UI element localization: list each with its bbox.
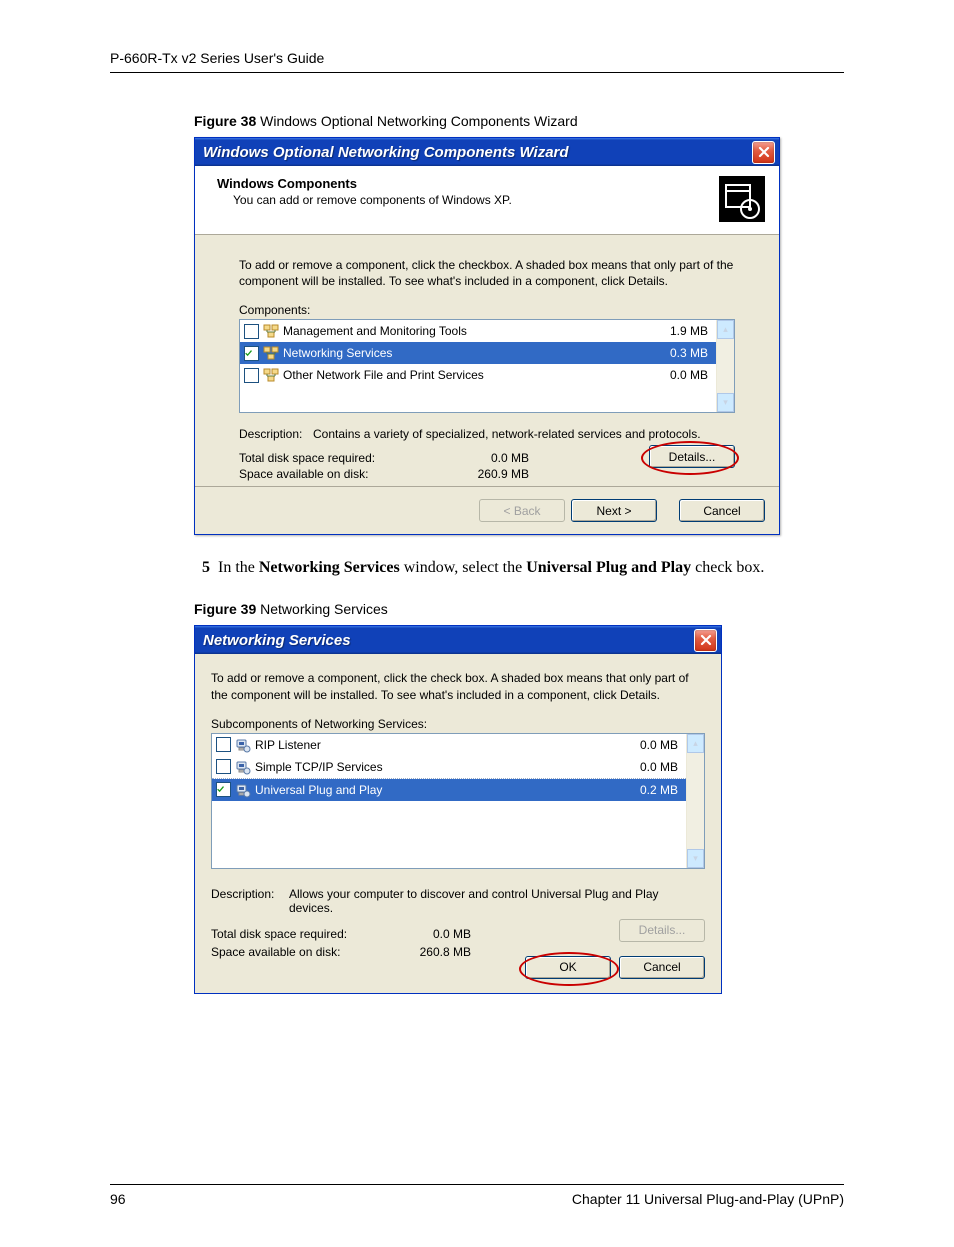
wizard-instruction: To add or remove a component, click the … xyxy=(239,257,735,289)
component-icon xyxy=(263,345,279,361)
subcomponents-label: Subcomponents of Networking Services: xyxy=(211,717,705,731)
scroll-down-icon[interactable]: ▾ xyxy=(717,393,734,412)
close-icon[interactable] xyxy=(752,141,775,164)
item-size: 1.9 MB xyxy=(670,324,708,338)
item-label: Universal Plug and Play xyxy=(255,783,636,797)
dialog2-titlebar[interactable]: Networking Services xyxy=(195,626,721,654)
checkbox[interactable] xyxy=(216,737,231,752)
close-icon[interactable] xyxy=(694,629,717,652)
description-label: Description: xyxy=(211,887,289,915)
wizard-header: Windows Components You can add or remove… xyxy=(195,166,779,235)
checkbox[interactable] xyxy=(216,759,231,774)
cancel-button[interactable]: Cancel xyxy=(679,499,765,522)
service-icon xyxy=(235,759,251,775)
wizard-header-subtitle: You can add or remove components of Wind… xyxy=(233,193,711,207)
wizard-dialog: Windows Optional Networking Components W… xyxy=(194,137,780,535)
item-size: 0.3 MB xyxy=(670,346,708,360)
wizard-button-row: < Back Next > Cancel xyxy=(195,486,779,534)
scrollbar[interactable]: ▴ ▾ xyxy=(716,320,734,412)
details-button: Details... xyxy=(619,919,705,942)
dialog2-title: Networking Services xyxy=(203,632,694,649)
step-number: 5 xyxy=(194,559,210,577)
page-number: 96 xyxy=(110,1191,126,1207)
service-icon xyxy=(235,782,251,798)
components-listbox[interactable]: Management and Monitoring Tools 1.9 MB Net… xyxy=(239,319,735,413)
page-header: P-660R-Tx v2 Series User's Guide xyxy=(110,50,844,73)
item-label: Other Network File and Print Services xyxy=(283,368,666,382)
description-label: Description: xyxy=(239,427,313,441)
service-icon xyxy=(235,737,251,753)
list-item[interactable]: Networking Services 0.3 MB xyxy=(240,342,716,364)
figure38-number: Figure 38 xyxy=(194,113,256,129)
checkbox[interactable] xyxy=(244,346,259,361)
figure39-caption: Figure 39 Networking Services xyxy=(194,601,844,617)
figure39-title: Networking Services xyxy=(256,601,388,617)
checkbox[interactable] xyxy=(244,324,259,339)
item-size: 0.0 MB xyxy=(640,760,678,774)
scroll-up-icon[interactable]: ▴ xyxy=(687,734,704,753)
scrollbar[interactable]: ▴ ▾ xyxy=(686,734,704,868)
details-button[interactable]: Details... xyxy=(649,445,735,468)
figure39-number: Figure 39 xyxy=(194,601,256,617)
component-icon xyxy=(263,323,279,339)
item-label: Simple TCP/IP Services xyxy=(255,760,636,774)
scroll-down-icon[interactable]: ▾ xyxy=(687,849,704,868)
component-icon xyxy=(263,367,279,383)
figure38-title: Windows Optional Networking Components W… xyxy=(256,113,577,129)
components-box-icon xyxy=(719,176,765,222)
item-label: Networking Services xyxy=(283,346,666,360)
components-label: Components: xyxy=(239,303,735,317)
back-button: < Back xyxy=(479,499,565,522)
description-text: Contains a variety of specialized, netwo… xyxy=(313,427,735,441)
item-label: RIP Listener xyxy=(255,738,636,752)
chapter-label: Chapter 11 Universal Plug-and-Play (UPnP… xyxy=(572,1191,844,1207)
item-size: 0.0 MB xyxy=(640,738,678,752)
list-item[interactable]: Simple TCP/IP Services 0.0 MB xyxy=(212,756,686,779)
next-button[interactable]: Next > xyxy=(571,499,657,522)
networking-services-dialog: Networking Services To add or remove a c… xyxy=(194,625,722,993)
step-5-instruction: 5 In the Networking Services window, sel… xyxy=(194,559,844,577)
description-text: Allows your computer to discover and con… xyxy=(289,887,705,915)
wizard-title: Windows Optional Networking Components W… xyxy=(203,144,752,161)
item-size: 0.0 MB xyxy=(670,368,708,382)
page-footer: 96 Chapter 11 Universal Plug-and-Play (U… xyxy=(110,1184,844,1207)
cancel-button[interactable]: Cancel xyxy=(619,956,705,979)
list-item[interactable]: RIP Listener 0.0 MB xyxy=(212,734,686,756)
checkbox[interactable] xyxy=(244,368,259,383)
subcomponents-listbox[interactable]: RIP Listener0.0 MBSimple TCP/IP Services… xyxy=(211,733,705,869)
list-item[interactable]: Other Network File and Print Services 0.0… xyxy=(240,364,716,386)
list-item[interactable]: Universal Plug and Play 0.2 MB xyxy=(212,779,686,801)
wizard-titlebar[interactable]: Windows Optional Networking Components W… xyxy=(195,138,779,166)
total-space-value: 0.0 MB xyxy=(401,927,471,941)
wizard-header-title: Windows Components xyxy=(217,176,711,191)
item-label: Management and Monitoring Tools xyxy=(283,324,666,338)
dialog2-instruction: To add or remove a component, click the … xyxy=(211,670,705,702)
checkbox[interactable] xyxy=(216,782,231,797)
list-item[interactable]: Management and Monitoring Tools 1.9 MB xyxy=(240,320,716,342)
item-size: 0.2 MB xyxy=(640,783,678,797)
total-space-label: Total disk space required: xyxy=(211,927,401,941)
figure38-caption: Figure 38 Windows Optional Networking Co… xyxy=(194,113,844,129)
scroll-up-icon[interactable]: ▴ xyxy=(717,320,734,339)
avail-space-value: 260.9 MB xyxy=(459,467,529,481)
avail-space-label: Space available on disk: xyxy=(239,467,459,481)
ok-button[interactable]: OK xyxy=(525,956,611,979)
